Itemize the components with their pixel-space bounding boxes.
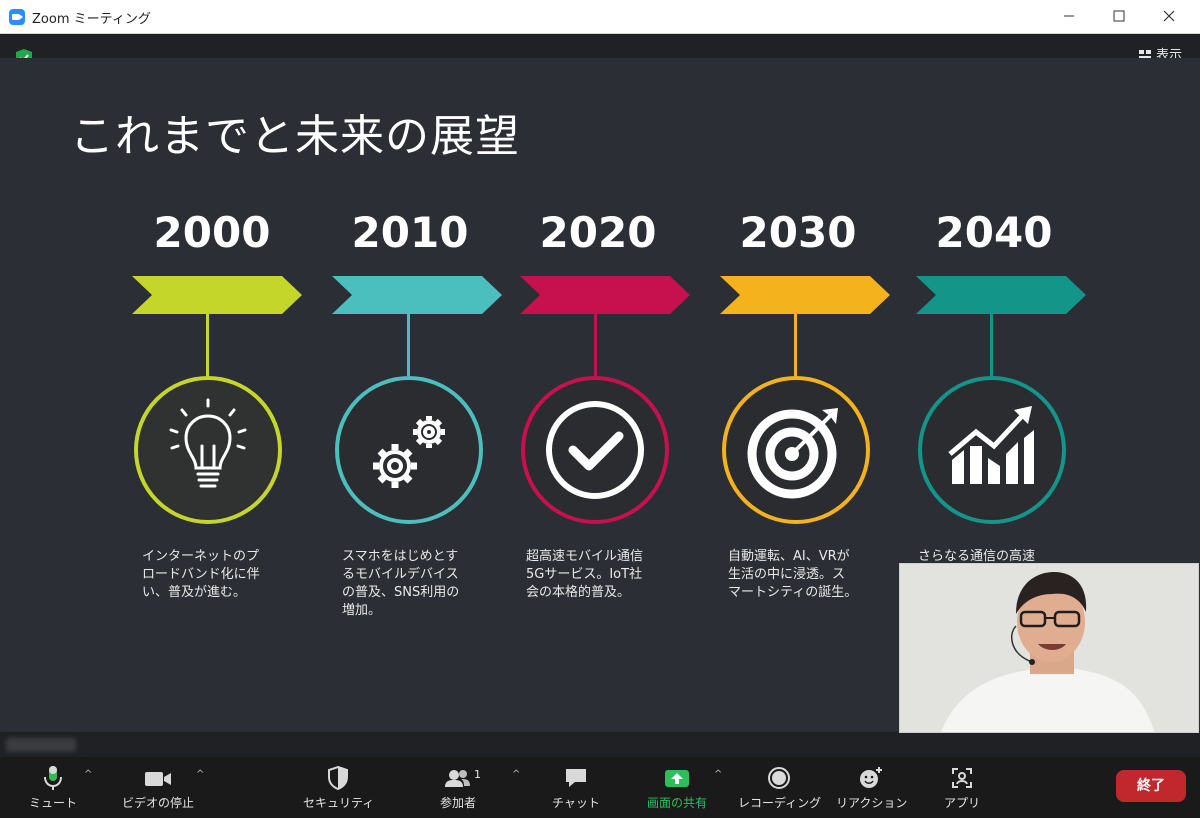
timeline-year: 2030 <box>739 208 857 257</box>
timeline-year: 2040 <box>935 208 1053 257</box>
chat-button[interactable]: チャット <box>548 765 604 815</box>
video-camera-icon <box>145 772 171 786</box>
timeline-description: スマホをはじめとす るモバイルデバイス の普及、SNS利用の 増加。 <box>342 549 460 618</box>
timeline-arrow <box>332 276 502 314</box>
close-button[interactable] <box>1146 0 1192 34</box>
security-button[interactable]: セキュリティ <box>303 765 375 815</box>
microphone-icon <box>44 766 62 790</box>
record-label: レコーディング <box>738 796 822 810</box>
apps-icon <box>952 768 972 788</box>
zoom-logo-icon <box>9 9 25 25</box>
mute-button[interactable]: ミュート <box>28 765 78 815</box>
chat-label: チャット <box>552 796 600 810</box>
meeting-toolbar: ミュート ^ ビデオの停止 ^ セキュリティ 参加者 1 ^ チャット 画面の共… <box>0 757 1200 818</box>
timeline-year: 2020 <box>539 208 657 257</box>
reaction-label: リアクション <box>836 796 908 810</box>
record-button[interactable]: レコーディング <box>738 765 822 815</box>
participant-name-bar <box>0 733 1200 757</box>
minimize-icon <box>1064 15 1074 17</box>
security-shield-icon <box>328 765 348 791</box>
window-titlebar: Zoom ミーティング <box>0 0 1200 34</box>
share-options-chevron-icon[interactable]: ^ <box>714 769 722 780</box>
timeline-connector <box>407 314 410 376</box>
record-icon <box>768 767 790 789</box>
growth-chart-icon <box>948 406 1034 484</box>
maximize-icon <box>1113 10 1125 22</box>
timeline-circle <box>918 376 1066 524</box>
window-title: Zoom ミーティング <box>32 12 151 27</box>
checkmark-icon <box>546 401 644 499</box>
timeline-circle <box>335 376 483 524</box>
timeline-connector <box>990 314 993 376</box>
timeline-arrow <box>520 276 690 314</box>
participants-label: 参加者 <box>439 796 476 810</box>
timeline-description: インターネットのプ ロードバンド化に伴 い、普及が進む。 <box>142 549 260 600</box>
gears-icon <box>373 416 445 488</box>
participants-options-chevron-icon[interactable]: ^ <box>512 769 520 780</box>
participant-name-blurred <box>6 738 76 752</box>
participant-portrait <box>900 564 1198 732</box>
target-icon <box>747 408 838 499</box>
timeline-circle <box>521 376 669 524</box>
share-screen-icon <box>665 770 689 787</box>
audio-options-chevron-icon[interactable]: ^ <box>84 769 92 780</box>
share-screen-button[interactable]: 画面の共有 <box>638 765 716 815</box>
timeline-arrow <box>916 276 1086 314</box>
timeline-description: 超高速モバイル通信 5Gサービス。IoT社 会の本格的普及。 <box>526 549 644 600</box>
timeline-year: 2000 <box>153 208 271 257</box>
apps-button[interactable]: アプリ <box>938 765 986 815</box>
timeline-arrow <box>720 276 890 314</box>
lightbulb-icon <box>169 398 247 488</box>
timeline-circle <box>134 376 282 524</box>
maximize-button[interactable] <box>1096 0 1142 34</box>
timeline-circle <box>722 376 870 524</box>
stop-video-button[interactable]: ビデオの停止 <box>115 765 201 815</box>
participants-icon <box>445 770 470 787</box>
share-label: 画面の共有 <box>646 796 707 810</box>
minimize-button[interactable] <box>1046 0 1092 34</box>
reaction-smiley-icon <box>860 767 882 788</box>
timeline-arrow <box>132 276 302 314</box>
timeline-connector <box>206 314 209 376</box>
reaction-button[interactable]: リアクション <box>836 765 908 815</box>
timeline-connector <box>594 314 597 376</box>
participants-count: 1 <box>474 768 481 781</box>
security-label: セキュリティ <box>303 796 375 810</box>
close-icon <box>1163 10 1175 22</box>
apps-label: アプリ <box>943 796 980 810</box>
slide-title: これまでと未来の展望 <box>70 111 520 162</box>
video-label: ビデオの停止 <box>121 796 194 810</box>
end-meeting-button[interactable]: 終了 <box>1116 770 1186 802</box>
timeline-connector <box>794 314 797 376</box>
video-options-chevron-icon[interactable]: ^ <box>196 769 204 780</box>
timeline-year: 2010 <box>351 208 469 257</box>
participant-video-tile[interactable] <box>899 563 1199 733</box>
chat-bubble-icon <box>566 769 586 787</box>
mute-label: ミュート <box>28 796 77 810</box>
timeline-description: 自動運転、AI、VRが 生活の中に浸透。ス マートシティの誕生。 <box>728 549 858 600</box>
